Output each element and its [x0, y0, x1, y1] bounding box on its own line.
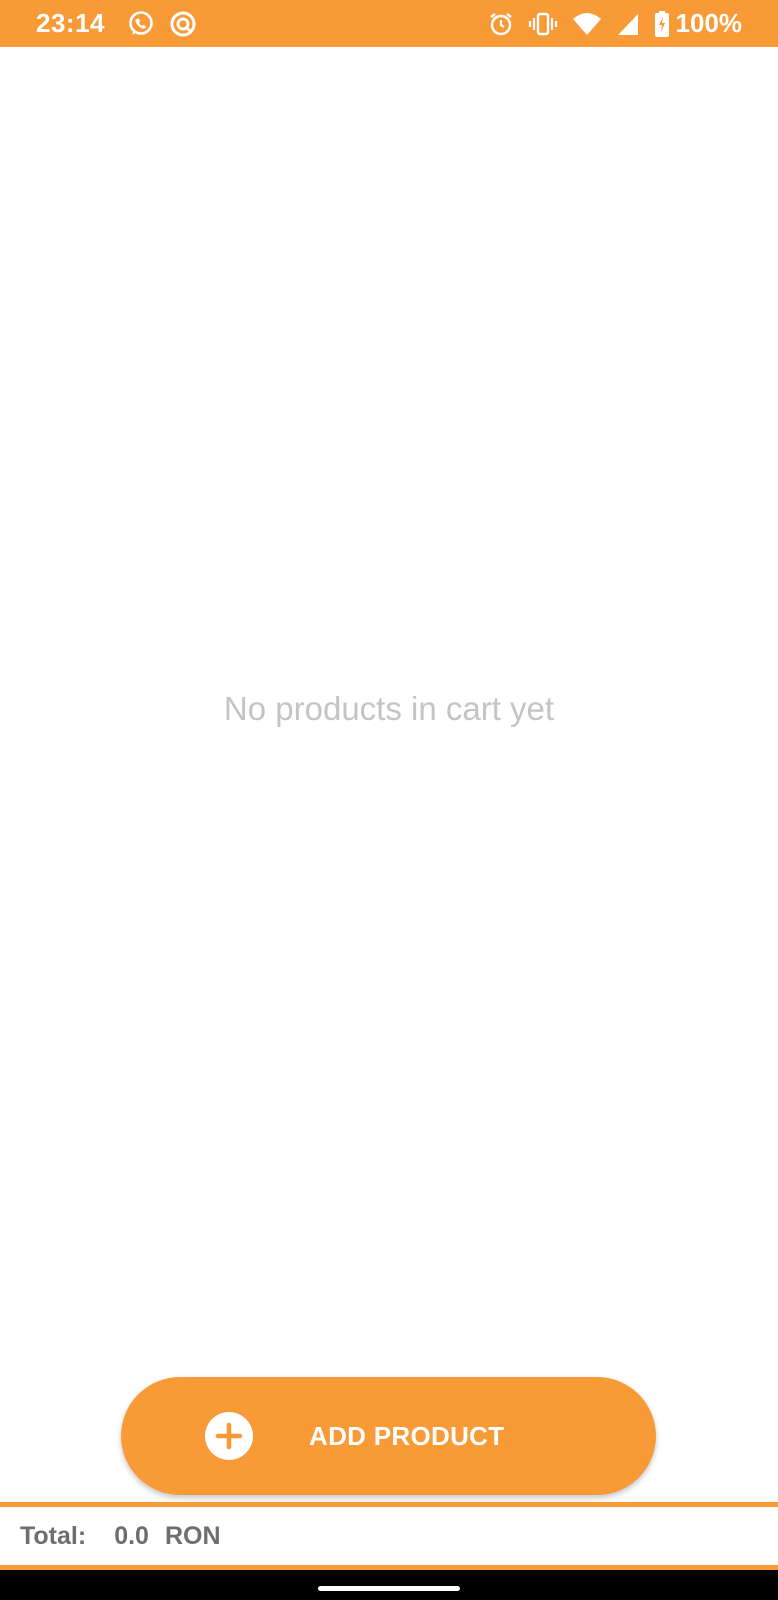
wifi-icon [572, 11, 602, 37]
total-label: Total: [20, 1521, 87, 1550]
alarm-icon [488, 11, 514, 37]
add-product-label: ADD PRODUCT [309, 1421, 505, 1451]
total-value: 0.0 [114, 1521, 149, 1550]
total-bar: Total: 0.0 RON [0, 1507, 778, 1565]
status-bar: 23:14 100% [0, 0, 778, 47]
status-right: 100% [474, 8, 743, 39]
empty-cart-message: No products in cart yet [223, 690, 555, 727]
add-product-button[interactable]: ADD PRODUCT [121, 1377, 656, 1495]
status-time: 23:14 [36, 8, 105, 38]
plus-circle-icon [205, 1412, 253, 1460]
cart-screen: 23:14 100% No products in cart yet ADD P… [0, 0, 778, 1600]
battery-charging-icon [654, 10, 670, 38]
battery-percent: 100% [675, 8, 743, 38]
whatsapp-icon [127, 10, 155, 38]
total-currency: RON [164, 1521, 221, 1550]
cell-signal-icon [616, 11, 640, 37]
navigation-bar [0, 1570, 778, 1600]
home-indicator[interactable] [318, 1586, 460, 1591]
notification-app-icon [169, 10, 197, 38]
status-left: 23:14 [36, 8, 211, 39]
vibrate-icon [528, 11, 558, 37]
